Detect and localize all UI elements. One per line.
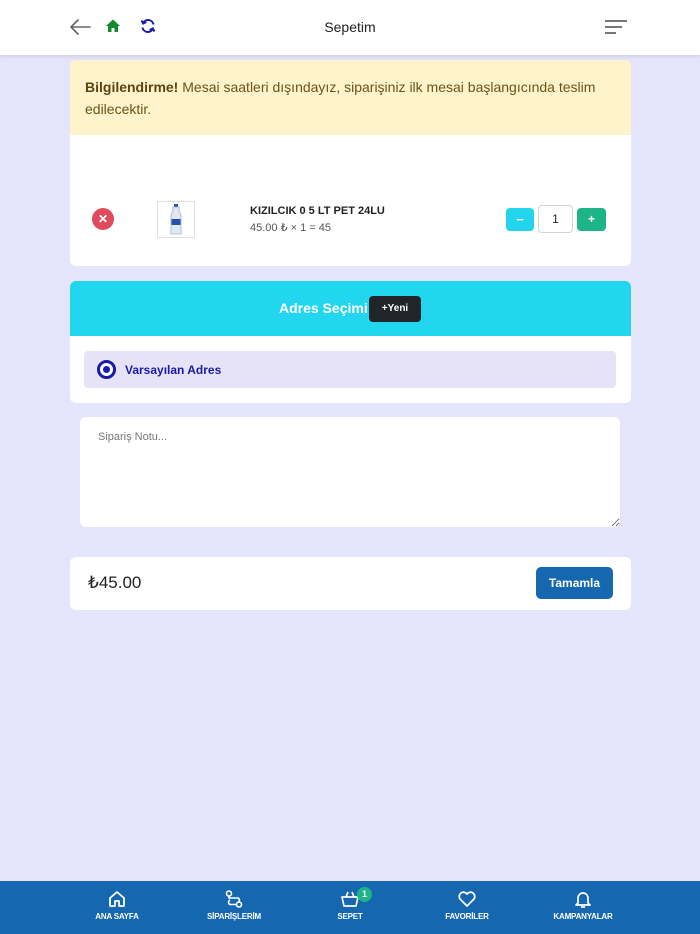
product-image — [157, 201, 195, 238]
nav-label: SEPET — [337, 912, 363, 921]
order-note-input[interactable] — [80, 417, 620, 527]
menu-icon[interactable] — [605, 18, 627, 36]
product-name: KIZILCIK 0 5 LT PET 24LU — [250, 205, 385, 217]
radio-selected-icon[interactable] — [97, 360, 116, 379]
nav-label: FAVORİLER — [445, 912, 489, 921]
nav-label: KAMPANYALAR — [553, 912, 613, 921]
nav-item-cart[interactable]: 1 SEPET — [300, 887, 400, 929]
nav-item-favorites[interactable]: FAVORİLER — [417, 889, 517, 929]
route-icon — [225, 890, 243, 908]
bottle-icon — [170, 204, 182, 235]
address-option[interactable]: Varsayılan Adres — [84, 351, 616, 388]
info-alert: Bilgilendirme! Mesai saatleri dışındayız… — [70, 60, 631, 135]
remove-item-button[interactable]: ✕ — [92, 208, 114, 230]
nav-label: ANA SAYFA — [95, 912, 139, 921]
home-icon — [109, 891, 125, 907]
bottom-navigation: ANA SAYFA SİPARİŞLERİM 1 SEPET FAVORİLER… — [0, 881, 700, 934]
new-address-button[interactable]: +Yeni — [369, 296, 421, 322]
cart-item-card: ✕ KIZILCIK 0 5 LT PET 24LU 45.00 ₺ × 1 =… — [70, 135, 631, 266]
alert-title: Bilgilendirme! — [85, 79, 179, 95]
cart-count-badge: 1 — [357, 887, 372, 902]
address-header: Adres Seçimi +Yeni — [70, 281, 631, 336]
nav-label: SİPARİŞLERİM — [207, 912, 261, 921]
order-total: ₺45.00 — [88, 573, 142, 592]
address-option-label: Varsayılan Adres — [125, 363, 222, 377]
complete-order-button[interactable]: Tamamla — [536, 567, 613, 599]
address-title: Adres Seçimi — [279, 300, 368, 316]
bell-icon — [575, 892, 591, 908]
product-price-line: 45.00 ₺ × 1 = 45 — [250, 222, 332, 234]
page-title: Sepetim — [324, 19, 376, 35]
nav-item-orders[interactable]: SİPARİŞLERİM — [184, 889, 284, 929]
nav-item-home[interactable]: ANA SAYFA — [67, 889, 167, 929]
order-summary: ₺45.00 Tamamla — [70, 557, 631, 610]
top-bar: Sepetim — [0, 0, 700, 55]
heart-icon — [458, 891, 476, 907]
quantity-decrease-button[interactable]: − — [506, 208, 534, 231]
address-list: Varsayılan Adres — [70, 336, 631, 403]
quantity-increase-button[interactable]: + — [577, 208, 606, 231]
nav-item-campaigns[interactable]: KAMPANYALAR — [533, 889, 633, 929]
quantity-input[interactable]: 1 — [538, 205, 573, 233]
